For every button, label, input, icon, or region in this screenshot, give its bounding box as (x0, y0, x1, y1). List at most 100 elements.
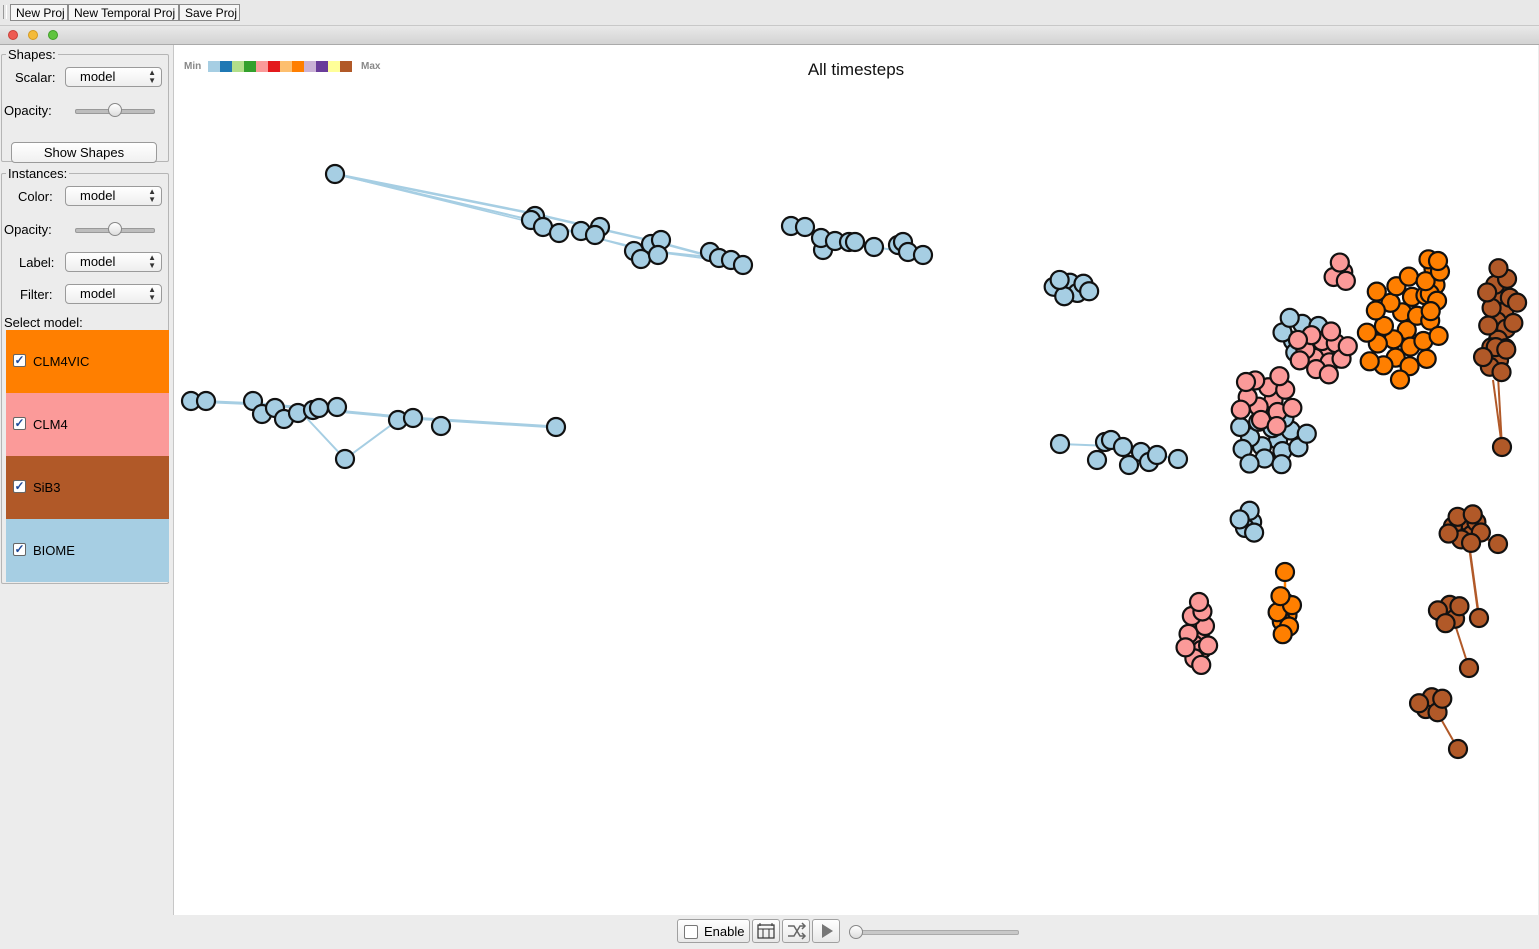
instance-point[interactable] (1335, 270, 1356, 291)
instance-point[interactable] (584, 224, 606, 246)
instance-point[interactable] (334, 448, 356, 470)
instance-point[interactable] (1230, 416, 1251, 438)
color-select[interactable]: model ▲ ▼ (65, 186, 162, 206)
minimize-window-button[interactable] (28, 30, 38, 40)
instance-point[interactable] (1496, 339, 1517, 360)
enable-checkbox[interactable] (684, 925, 698, 939)
scalar-select[interactable]: model ▲ ▼ (65, 67, 162, 87)
shapes-opacity-slider-knob[interactable] (108, 103, 122, 117)
instance-point[interactable] (1435, 613, 1456, 634)
instance-point[interactable] (1491, 361, 1512, 383)
model-item-biome[interactable]: ✓ BIOME (6, 519, 169, 582)
instance-point[interactable] (1239, 453, 1260, 474)
instance-point[interactable] (1477, 282, 1498, 303)
model-item-clm4vic[interactable]: ✓ CLM4VIC (6, 330, 169, 393)
save-proj-button[interactable]: Save Proj (179, 4, 240, 21)
instance-point[interactable] (1271, 454, 1292, 475)
instance-point[interactable] (1337, 336, 1358, 357)
instance-point[interactable] (1289, 350, 1310, 371)
instance-point[interactable] (1472, 346, 1494, 368)
instance-point[interactable] (1320, 321, 1342, 342)
instance-point[interactable] (1230, 399, 1251, 420)
instance-point[interactable] (1279, 307, 1300, 328)
instance-point[interactable] (1408, 693, 1430, 714)
enable-toggle[interactable]: Enable (677, 919, 750, 943)
instance-point[interactable] (1274, 561, 1296, 583)
instance-point[interactable] (1462, 504, 1483, 525)
instance-point[interactable] (1416, 348, 1437, 369)
instance-point[interactable] (1188, 591, 1210, 613)
instance-point[interactable] (1049, 269, 1070, 291)
model-item-sib3[interactable]: ✓ SiB3 (6, 456, 169, 519)
instance-point[interactable] (732, 254, 754, 276)
instance-point[interactable] (402, 407, 424, 429)
instance-point[interactable] (326, 396, 348, 418)
instance-point[interactable] (647, 244, 669, 266)
instance-point[interactable] (1112, 436, 1134, 458)
instance-point[interactable] (1197, 635, 1219, 656)
instance-point[interactable] (1318, 364, 1339, 385)
close-window-button[interactable] (8, 30, 18, 40)
model-item-clm4[interactable]: ✓ CLM4 (6, 393, 169, 456)
instances-opacity-slider-knob[interactable] (108, 222, 122, 236)
show-shapes-button[interactable]: Show Shapes (11, 142, 157, 163)
instance-point[interactable] (1229, 509, 1250, 530)
instance-point[interactable] (545, 416, 567, 438)
instance-point[interactable] (1270, 586, 1291, 607)
instance-point[interactable] (1488, 258, 1509, 279)
instance-plot[interactable] (174, 45, 1538, 915)
checkbox-biome[interactable]: ✓ (13, 543, 26, 556)
shuffle-button[interactable] (782, 919, 810, 943)
instance-point[interactable] (1287, 329, 1309, 351)
instance-point[interactable] (1191, 654, 1212, 676)
instance-point[interactable] (308, 397, 330, 419)
instance-point[interactable] (324, 163, 346, 185)
instance-point[interactable] (1235, 371, 1257, 393)
instance-point[interactable] (1503, 312, 1524, 334)
instance-point[interactable] (912, 244, 934, 266)
checkbox-sib3[interactable]: ✓ (13, 480, 26, 493)
instance-point[interactable] (1507, 292, 1528, 313)
play-button[interactable] (812, 919, 840, 943)
filter-select[interactable]: model ▲ ▼ (65, 284, 162, 304)
instance-point[interactable] (1449, 596, 1470, 617)
label-select[interactable]: model ▲ ▼ (65, 252, 162, 272)
instance-point[interactable] (1282, 397, 1303, 419)
instance-point[interactable] (863, 236, 885, 258)
toolbar-grip[interactable] (3, 5, 7, 19)
instance-point[interactable] (1398, 266, 1419, 287)
instance-point[interactable] (1458, 657, 1480, 679)
instance-point[interactable] (1447, 738, 1469, 760)
instance-point[interactable] (1086, 449, 1108, 471)
instance-point[interactable] (1359, 351, 1380, 372)
checkbox-clm4vic[interactable]: ✓ (13, 354, 26, 367)
instance-point[interactable] (548, 222, 570, 244)
instance-point[interactable] (1468, 607, 1490, 629)
instance-point[interactable] (1329, 252, 1350, 273)
projection-canvas[interactable]: Min Max All timesteps (173, 45, 1538, 915)
instance-point[interactable] (1146, 444, 1168, 466)
new-temporal-proj-button[interactable]: New Temporal Proj (68, 4, 179, 21)
instance-point[interactable] (1366, 281, 1387, 302)
instance-point[interactable] (1438, 523, 1459, 544)
time-slider[interactable] (853, 930, 1019, 935)
instance-point[interactable] (1428, 325, 1449, 346)
instance-point[interactable] (1269, 366, 1290, 387)
instance-point[interactable] (794, 216, 816, 238)
maximize-window-button[interactable] (48, 30, 58, 40)
instance-point[interactable] (1266, 415, 1287, 437)
instance-point[interactable] (195, 390, 217, 412)
instance-point[interactable] (1432, 688, 1453, 709)
instance-point[interactable] (1427, 250, 1449, 272)
instance-point[interactable] (1389, 369, 1411, 390)
instance-point[interactable] (1491, 436, 1513, 458)
checkbox-clm4[interactable]: ✓ (13, 417, 26, 430)
instance-point[interactable] (1420, 301, 1441, 322)
instance-point[interactable] (1272, 624, 1293, 645)
timeline-settings-button[interactable] (752, 919, 780, 943)
instance-point[interactable] (1460, 532, 1482, 553)
instance-point[interactable] (1244, 522, 1265, 543)
instance-point[interactable] (1365, 300, 1386, 321)
instance-point[interactable] (1175, 637, 1196, 658)
new-proj-button[interactable]: New Proj (10, 4, 68, 21)
